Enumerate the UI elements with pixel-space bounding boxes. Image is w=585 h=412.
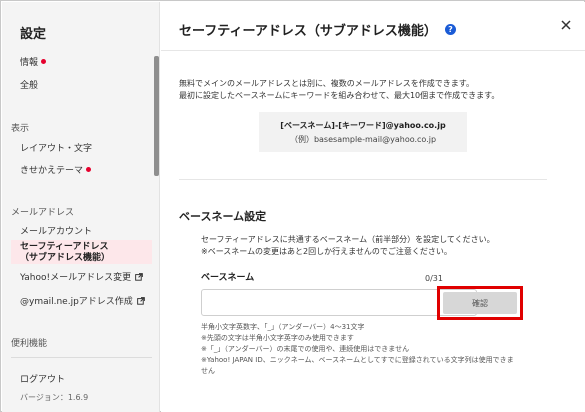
sidebar-item-theme[interactable]: きせかえテーマ [20,163,92,176]
sidebar-item-label: きせかえテーマ [20,166,84,176]
sidebar-item-general[interactable]: 全般 [20,78,38,91]
basename-input[interactable] [201,289,477,316]
sidebar-divider [11,357,152,358]
sidebar-item-label: ログアウト [20,375,66,385]
section-description: セーフティーアドレスに共通するベースネーム（前半部分）を設定してください。 ※ベ… [201,234,495,258]
sidebar-section-mail-address: メールアドレス [11,208,75,218]
external-link-icon [135,272,143,281]
sidebar-section-display: 表示 [11,124,30,134]
close-icon[interactable] [559,18,573,32]
rule-line: ※「_」（アンダーバー）の末尾での使用や、連続使用はできません [201,345,410,353]
rule-line: ※先頭の文字は半角小文字英字のみ使用できます [201,334,354,342]
sidebar-item-info[interactable]: 情報 [20,55,47,68]
sidebar-scrollbar[interactable] [154,56,159,176]
main-panel: セーフティーアドレス（サブアドレス機能） ? 無料でメインのメールアドレスとは別… [161,2,585,412]
help-icon[interactable]: ? [444,24,456,35]
description-line: ※ベースネームの変更はあと2回しか行えませんのでご注意ください。 [201,247,452,256]
address-sample: （例）basesample-mail@yahoo.co.jp [289,135,437,144]
sidebar-section-utility: 便利機能 [11,339,48,349]
char-counter: 0/31 [425,274,443,283]
settings-window: 設定 情報 全般 表示 レイアウト・文字 きせかえテーマ メールアドレス メール… [0,0,585,412]
logout-link[interactable]: ログアウト [20,372,65,385]
description-line: セーフティーアドレスに共通するベースネーム（前半部分）を設定してください。 [201,235,495,244]
section-divider [179,179,547,180]
input-rules: 半角小文字英数字、「_」（アンダーバー）4〜31文字 ※先頭の文字は半角小文字英… [201,322,514,377]
page-title: セーフティーアドレス（サブアドレス機能） ? [179,20,456,39]
header-divider [161,50,585,51]
intro-line: 無料でメインのメールアドレスとは別に、複数のメールアドレスを作成できます。 [179,79,474,88]
sidebar-item-label: @ymail.ne.jpアドレス作成 [20,297,133,307]
intro-text: 無料でメインのメールアドレスとは別に、複数のメールアドレスを作成できます。 最初… [179,78,499,102]
section-title: ベースネーム設定 [179,210,267,223]
external-link-icon [136,296,145,305]
notification-dot-icon [86,167,92,172]
rule-line: せん [201,367,215,375]
address-format-example: [ベースネーム]-[キーワード]@yahoo.co.jp （例）basesamp… [259,112,467,152]
sidebar-item-layout[interactable]: レイアウト・文字 [20,141,92,154]
intro-line: 最初に設定したベースネームにキーワードを組み合わせて、最大10個まで作成できます… [179,91,500,100]
address-format: [ベースネーム]-[キーワード]@yahoo.co.jp [280,121,446,130]
sidebar: 設定 情報 全般 表示 レイアウト・文字 きせかえテーマ メールアドレス メール… [2,2,160,412]
sidebar-item-yahoo-address-change[interactable]: Yahoo!メールアドレス変更 [20,270,143,283]
notification-dot-icon [41,59,47,64]
sidebar-item-ymail-create[interactable]: @ymail.ne.jpアドレス作成 [20,294,145,307]
sidebar-item-label: レイアウト・文字 [20,144,93,154]
sidebar-item-mail-account[interactable]: メールアカウント [20,224,92,237]
basename-field-label: ベースネーム [201,273,255,283]
rule-line: 半角小文字英数字、「_」（アンダーバー）4〜31文字 [201,323,365,331]
sidebar-title: 設定 [20,27,47,42]
page-title-text: セーフティーアドレス（サブアドレス機能） [179,24,437,39]
sidebar-item-label: セーフティーアドレス （サブアドレス機能） [20,242,111,263]
rule-line: ※Yahoo! JAPAN ID、ニックネーム、ベースネームとしてすでに登録され… [201,356,514,364]
sidebar-item-label: 全般 [20,81,39,91]
sidebar-item-label: 情報 [20,58,39,68]
confirm-button[interactable]: 確認 [443,292,517,314]
version-label: バージョン：1.6.9 [20,393,89,402]
sidebar-item-label: メールアカウント [20,227,93,237]
sidebar-item-label: Yahoo!メールアドレス変更 [20,273,132,283]
